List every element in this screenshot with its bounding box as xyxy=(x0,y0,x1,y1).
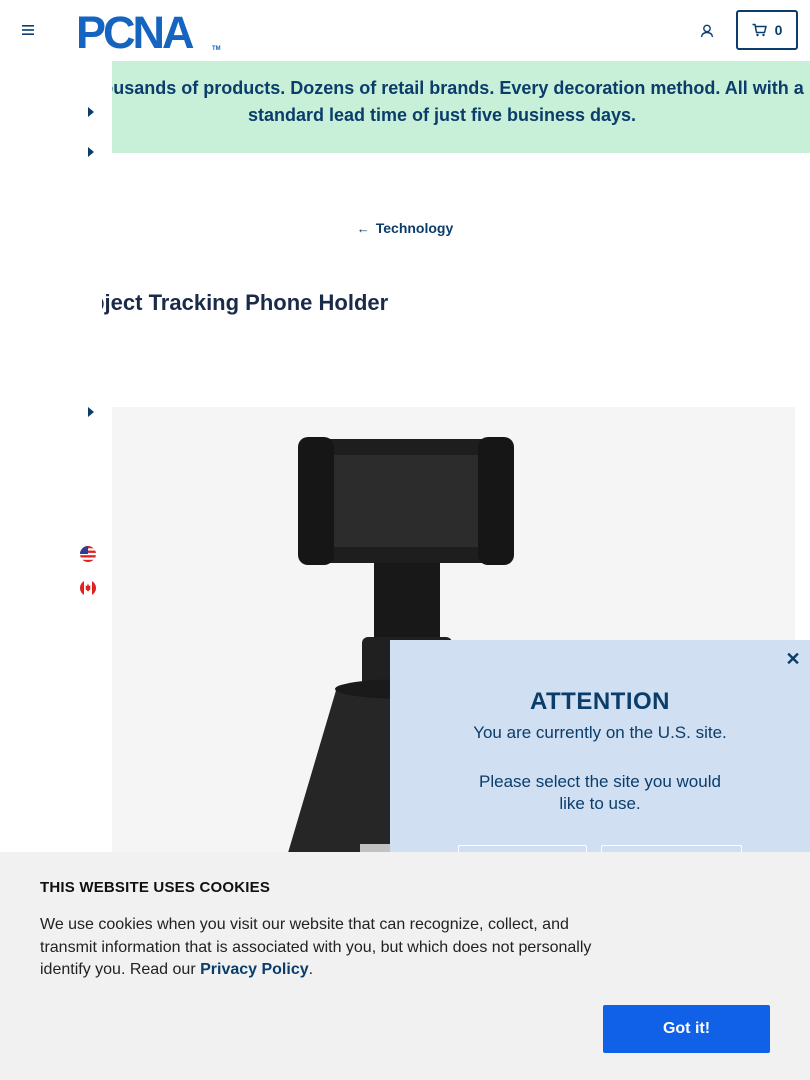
cart-icon xyxy=(752,23,767,37)
us-flag-icon[interactable] xyxy=(80,546,96,562)
modal-current-site-text: You are currently on the U.S. site. xyxy=(473,723,727,742)
breadcrumb-link[interactable]: Technology xyxy=(376,220,454,236)
product-title: Object Tracking Phone Holder xyxy=(102,290,389,315)
arrow-left-icon: ← xyxy=(356,221,370,236)
privacy-policy-link[interactable]: Privacy Policy xyxy=(200,961,309,978)
promo-banner: Thousands of products. Dozens of retail … xyxy=(112,61,810,153)
cart-count: 0 xyxy=(774,22,783,38)
cookie-text-after: . xyxy=(308,961,314,978)
product-title-container: Object Tracking Phone Holder xyxy=(102,290,462,320)
cookie-banner-title: THIS WEBSITE USES COOKIES xyxy=(40,879,271,896)
canada-flag-icon[interactable] xyxy=(80,580,96,596)
modal-select-site-text: Please select the site you would like to… xyxy=(479,772,721,813)
logo-text: PCNA xyxy=(76,10,194,52)
caret-right-icon[interactable] xyxy=(86,406,96,418)
account-icon[interactable] xyxy=(694,18,720,44)
pcna-logo[interactable]: PCNA TM xyxy=(76,7,226,58)
breadcrumb[interactable]: ← Technology xyxy=(0,220,810,236)
cookie-text-before: We use cookies when you visit our websit… xyxy=(40,916,592,978)
cart-button[interactable]: 0 xyxy=(736,10,798,50)
close-icon[interactable]: ✕ xyxy=(782,648,804,670)
site-header: PCNA TM 0 xyxy=(0,0,810,61)
modal-title: ATTENTION xyxy=(529,688,671,715)
caret-right-icon[interactable] xyxy=(86,106,96,118)
cookie-banner-text: We use cookies when you visit our websit… xyxy=(40,914,610,982)
promo-banner-text: Thousands of products. Dozens of retail … xyxy=(112,78,804,125)
logo-tm: TM xyxy=(212,46,221,52)
accept-cookies-button[interactable]: Got it! xyxy=(603,1005,770,1053)
caret-right-icon[interactable] xyxy=(86,146,96,158)
menu-icon[interactable] xyxy=(16,18,40,42)
